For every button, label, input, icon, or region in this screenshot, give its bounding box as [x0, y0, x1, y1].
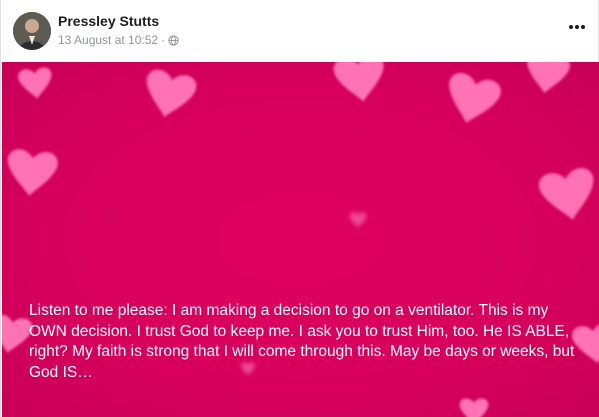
- heart-shape: [17, 66, 54, 101]
- heart-shape: [332, 62, 389, 106]
- meta-separator: ·: [161, 33, 166, 47]
- heart-shape: [139, 67, 199, 123]
- heart-shape: [459, 398, 489, 417]
- heart-shape: [4, 148, 59, 199]
- post-header: Pressley Stutts 13 August at 10:52 ·: [1, 0, 598, 62]
- globe-icon[interactable]: [168, 34, 179, 46]
- post-body-text: Listen to me please: I am making a decis…: [29, 302, 575, 381]
- avatar[interactable]: [13, 12, 51, 50]
- heart-shape: [349, 212, 367, 228]
- heart-shape: [440, 70, 504, 130]
- post-timestamp[interactable]: 13 August at 10:52: [58, 33, 158, 47]
- post-meta: 13 August at 10:52 ·: [58, 33, 179, 47]
- facebook-post: Pressley Stutts 13 August at 10:52 · Lis…: [0, 0, 599, 417]
- more-options-icon[interactable]: [564, 14, 590, 40]
- author-name[interactable]: Pressley Stutts: [58, 13, 159, 29]
- heart-shape: [537, 166, 599, 225]
- heart-shape: [523, 62, 572, 97]
- post-background: Listen to me please: I am making a decis…: [2, 62, 599, 417]
